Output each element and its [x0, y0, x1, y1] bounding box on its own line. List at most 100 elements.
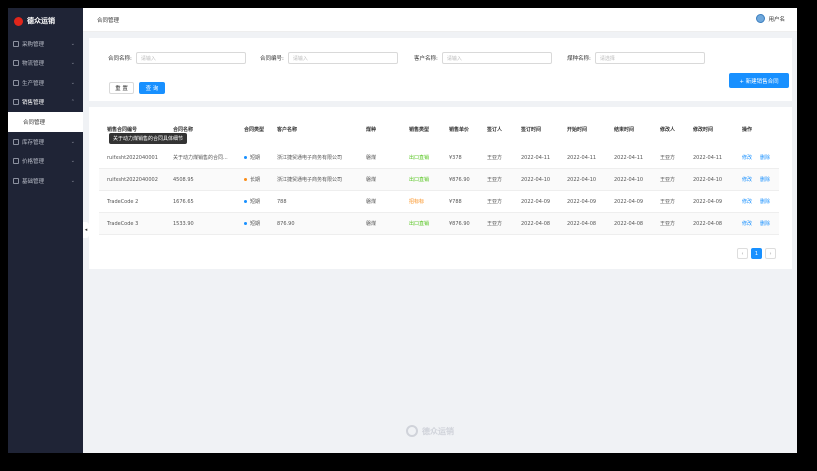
- cell-type: 短期: [244, 198, 260, 205]
- cell-modifier: 王亚方: [660, 177, 676, 183]
- page-1-button[interactable]: 1: [751, 248, 762, 259]
- delete-link[interactable]: 删除: [760, 198, 770, 205]
- edit-link[interactable]: 修改: [742, 176, 752, 183]
- app-window: 德众运销 采购管理 ⌄ 物流管理 ⌄ 生产管理 ⌄ 销售管理 ⌃ 合同管理 库存…: [8, 8, 797, 453]
- column-header: 销售单价: [449, 126, 470, 133]
- sidebar-item-basic[interactable]: 基础管理 ⌄: [8, 171, 83, 191]
- cell-end-date: 2022-04-11: [614, 154, 644, 161]
- avatar: [756, 14, 766, 23]
- edit-link[interactable]: 修改: [742, 220, 752, 227]
- new-contract-button[interactable]: + 新建销售合同: [729, 73, 789, 88]
- table-row: ruifxsht2022040002 4508.95 长期 浙江捷贸通电子商务有…: [99, 169, 779, 191]
- cell-modified-date: 2022-04-08: [693, 220, 723, 227]
- cell-code: ruifxsht2022040001: [107, 154, 158, 161]
- status-dot-icon: [244, 200, 247, 203]
- customer-input[interactable]: 请输入: [441, 52, 552, 64]
- cell-name: 1533.90: [173, 220, 194, 227]
- delete-link[interactable]: 删除: [760, 176, 770, 183]
- status-dot-icon: [244, 222, 247, 225]
- chevron-down-icon: ⌄: [70, 79, 75, 86]
- cell-coal: 磐煤: [366, 221, 377, 227]
- logo-icon: [14, 16, 23, 26]
- sidebar-item-label: 物流管理: [22, 61, 45, 68]
- cell-modified-date: 2022-04-09: [693, 198, 723, 205]
- topbar: 合同管理 用户名: [83, 8, 797, 32]
- pagination: ‹ 1 ›: [737, 248, 776, 259]
- cell-modifier: 王亚方: [660, 155, 676, 161]
- column-header: 修改时间: [693, 126, 714, 133]
- table-row: ruifxsht2022040001 关于动力煤销售的合同... 短期 浙江捷贸…: [99, 147, 779, 169]
- column-header: 操作: [742, 126, 753, 133]
- cell-start-date: 2022-04-09: [567, 198, 597, 205]
- cell-end-date: 2022-04-08: [614, 220, 644, 227]
- status-dot-icon: [244, 178, 247, 181]
- cell-price: ¥788: [449, 198, 462, 205]
- cell-price: ¥876.90: [449, 220, 470, 227]
- status-dot-icon: [244, 156, 247, 159]
- prev-page-button[interactable]: ‹: [737, 248, 748, 259]
- column-header: 结束时间: [614, 126, 635, 133]
- chevron-up-icon: ⌃: [70, 99, 75, 106]
- contract-no-filter: 合同编号: 请输入: [260, 52, 398, 64]
- truck-icon: [13, 60, 19, 67]
- chevron-down-icon: ⌄: [70, 177, 75, 184]
- cell-signer: 王亚方: [487, 155, 503, 161]
- coal-select[interactable]: 请选择: [594, 52, 705, 64]
- delete-link[interactable]: 删除: [760, 154, 770, 161]
- edit-link[interactable]: 修改: [742, 154, 752, 161]
- cell-sign-date: 2022-04-11: [521, 154, 551, 161]
- contracts-table: 销售合同编号 合同名称 合同类型 客户名称 煤种 销售类型 销售单价 签订人 签…: [89, 107, 792, 269]
- contract-name-input[interactable]: 请输入: [135, 52, 246, 64]
- cell-customer: 浙江捷贸通电子商务有限公司: [277, 155, 343, 161]
- sidebar-item-purchase[interactable]: 采购管理 ⌄: [8, 34, 83, 54]
- coal-label: 煤种名称:: [567, 56, 591, 62]
- delete-link[interactable]: 删除: [760, 220, 770, 227]
- cell-customer: 876.90: [277, 220, 295, 227]
- cell-name: 4508.95: [173, 176, 194, 183]
- contract-name-label: 合同名称:: [108, 56, 132, 62]
- column-header: 煤种: [366, 126, 377, 133]
- cell-customer: 浙江捷贸通电子商务有限公司: [277, 177, 343, 183]
- sidebar-item-sales[interactable]: 销售管理 ⌃: [8, 93, 83, 113]
- chevron-down-icon: ⌄: [70, 60, 75, 67]
- sidebar-item-label: 库存管理: [22, 139, 45, 146]
- sales-icon: [13, 99, 19, 106]
- cell-coal: 磐煤: [366, 199, 377, 205]
- customer-label: 客户名称:: [414, 56, 438, 62]
- brand: 德众运销: [8, 8, 83, 34]
- sidebar-item-label: 销售管理: [22, 100, 45, 107]
- customer-filter: 客户名称: 请输入: [414, 52, 552, 64]
- contract-no-label: 合同编号:: [260, 56, 284, 62]
- cell-modified-date: 2022-04-10: [693, 176, 723, 183]
- cell-signer: 王亚方: [487, 177, 503, 183]
- sidebar-item-label: 生产管理: [22, 80, 45, 87]
- factory-icon: [13, 79, 19, 86]
- cell-code: TradeCode 2: [107, 198, 139, 205]
- reset-button[interactable]: 重 置: [109, 82, 134, 94]
- column-header: 签订人: [487, 126, 503, 133]
- sidebar-item-production[interactable]: 生产管理 ⌄: [8, 73, 83, 93]
- watermark: 德众运销: [406, 425, 454, 437]
- cell-name: 关于动力煤销售的合同...: [173, 155, 228, 161]
- user-menu[interactable]: 用户名: [756, 14, 785, 23]
- query-button[interactable]: 查 询: [139, 82, 165, 94]
- chevron-down-icon: ⌄: [70, 40, 75, 47]
- sidebar-subitem-contracts[interactable]: 合同管理: [8, 112, 83, 132]
- sidebar-item-pricing[interactable]: 价格管理 ⌄: [8, 152, 83, 172]
- coal-filter: 煤种名称: 请选择: [567, 52, 705, 64]
- table-header: 销售合同编号 合同名称 合同类型 客户名称 煤种 销售类型 销售单价 签订人 签…: [99, 123, 779, 135]
- type-label: 短期: [250, 155, 261, 161]
- cell-start-date: 2022-04-08: [567, 220, 597, 227]
- filter-panel: 合同名称: 请输入 合同编号: 请输入 客户名称: 请输入 煤种名称: 请选择 …: [89, 38, 792, 101]
- edit-link[interactable]: 修改: [742, 198, 752, 205]
- cell-end-date: 2022-04-09: [614, 198, 644, 205]
- sidebar-item-logistics[interactable]: 物流管理 ⌄: [8, 54, 83, 74]
- sidebar-item-inventory[interactable]: 库存管理 ⌄: [8, 132, 83, 152]
- next-page-button[interactable]: ›: [765, 248, 776, 259]
- table-row: TradeCode 3 1533.90 短期 876.90 磐煤 出口直销 ¥8…: [99, 213, 779, 235]
- contract-no-input[interactable]: 请输入: [287, 52, 398, 64]
- cell-customer: 788: [277, 198, 287, 205]
- cell-modified-date: 2022-04-11: [693, 154, 723, 161]
- cell-end-date: 2022-04-10: [614, 176, 644, 183]
- type-label: 短期: [250, 199, 261, 205]
